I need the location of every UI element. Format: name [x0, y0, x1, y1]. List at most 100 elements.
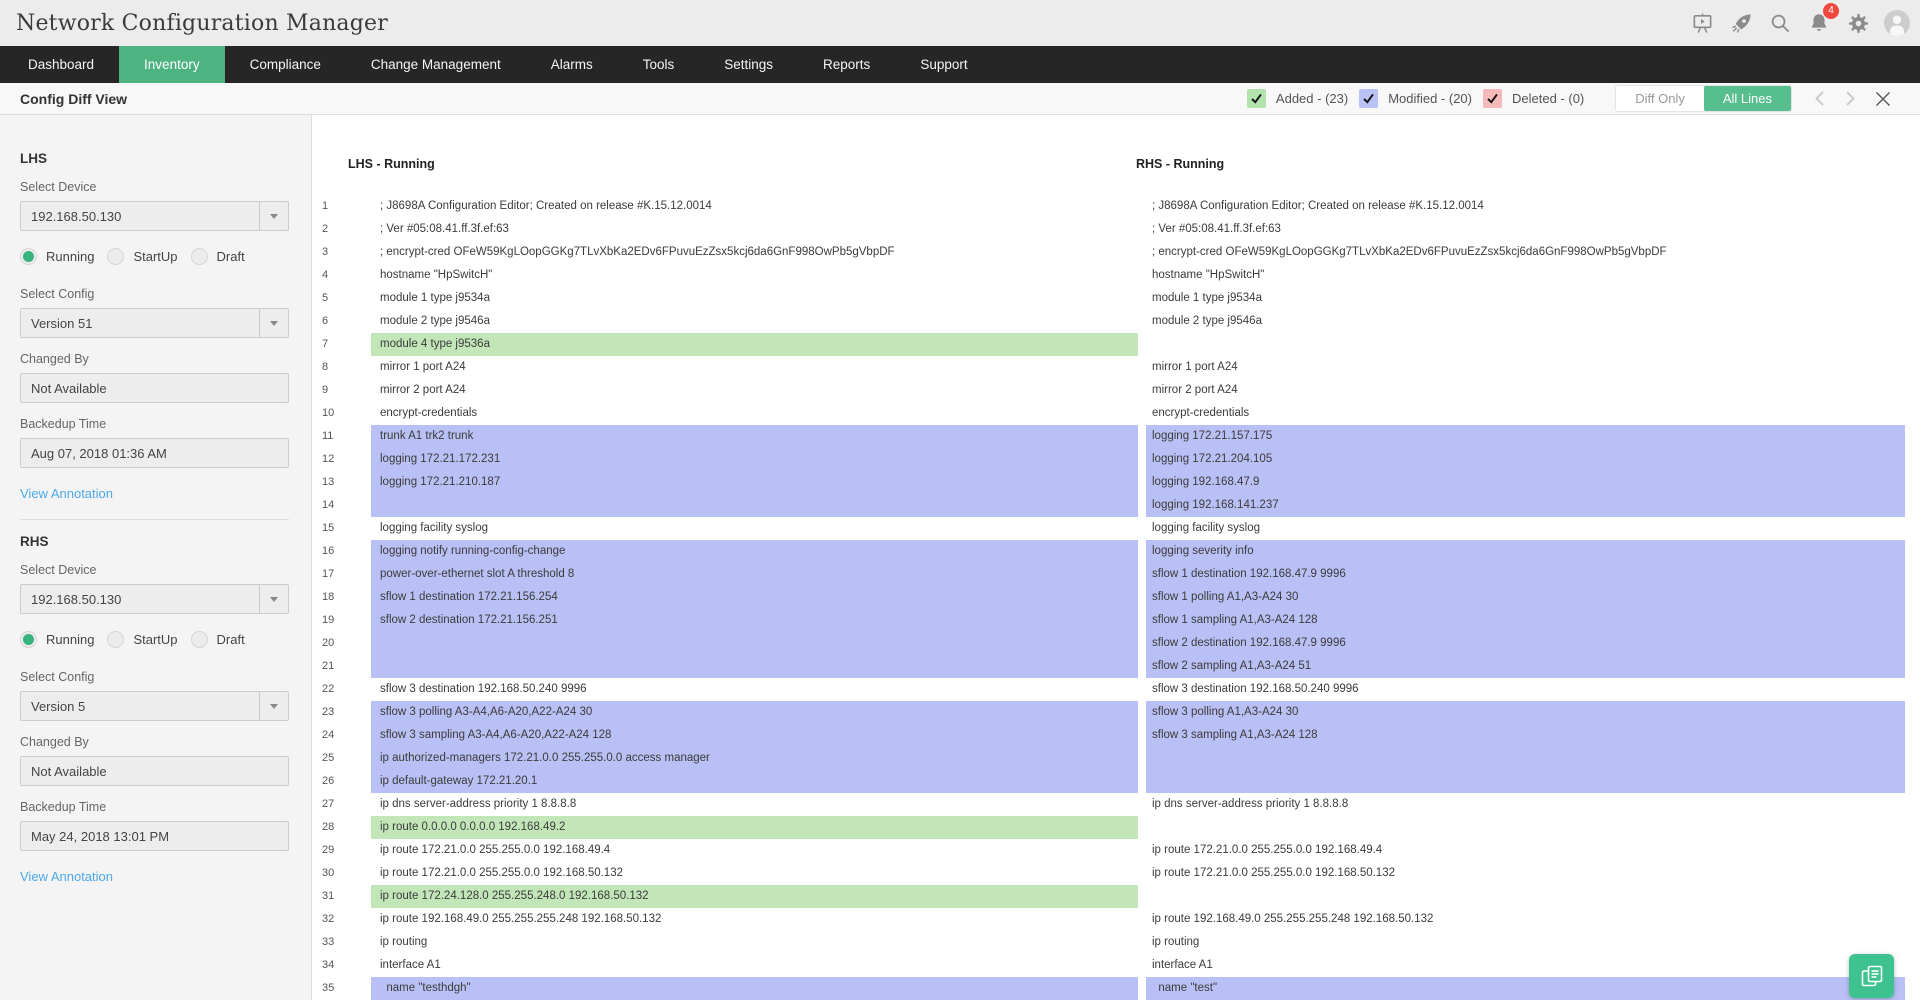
radio-label: StartUp: [133, 249, 177, 264]
user-avatar[interactable]: [1884, 10, 1910, 36]
diff-row: 35 name "testhdgh" name "test": [312, 977, 1920, 1000]
rhs-line: encrypt-credentials: [1146, 402, 1905, 425]
lhs-line: ; Ver #05:08.41.ff.3f.ef:63: [371, 218, 1138, 241]
rhs-radio-startup[interactable]: StartUp: [107, 631, 177, 648]
rhs-line: sflow 1 destination 192.168.47.9 9996: [1146, 563, 1905, 586]
presentation-icon[interactable]: [1689, 10, 1715, 36]
search-icon[interactable]: [1767, 10, 1793, 36]
changed-by-label: Changed By: [20, 352, 289, 366]
diff-row: 10encrypt-credentialsencrypt-credentials: [312, 402, 1920, 425]
rhs-config-select[interactable]: Version 5: [20, 691, 289, 721]
app-title: Network Configuration Manager: [16, 11, 388, 36]
lhs-line: sflow 1 destination 172.21.156.254: [371, 586, 1138, 609]
filter-added-checkbox[interactable]: [1247, 89, 1266, 108]
nav-item-alarms[interactable]: Alarms: [526, 46, 618, 83]
nav-item-dashboard[interactable]: Dashboard: [3, 46, 119, 83]
nav-item-tools[interactable]: Tools: [618, 46, 700, 83]
diff-toolbar: Config Diff View Added - (23)Modified - …: [0, 83, 1920, 115]
lhs-section-title: LHS: [20, 151, 289, 166]
nav-item-settings[interactable]: Settings: [699, 46, 798, 83]
rhs-changed-by-value: Not Available: [20, 756, 289, 786]
lhs-radio-draft[interactable]: Draft: [191, 248, 245, 265]
nav-item-support[interactable]: Support: [895, 46, 992, 83]
app-window: Network Configuration Manager: [0, 0, 1920, 1000]
lhs-device-select[interactable]: 192.168.50.130: [20, 201, 289, 231]
lhs-radio-startup[interactable]: StartUp: [107, 248, 177, 265]
diff-rows: 1; J8698A Configuration Editor; Created …: [312, 195, 1920, 1000]
nav-item-change-management[interactable]: Change Management: [346, 46, 526, 83]
radio-circle: [191, 248, 208, 265]
lhs-line: logging 172.21.172.231: [371, 448, 1138, 471]
rhs-line: ip route 192.168.49.0 255.255.255.248 19…: [1146, 908, 1905, 931]
rhs-line: sflow 1 sampling A1,A3-A24 128: [1146, 609, 1905, 632]
line-number: 19: [322, 609, 360, 632]
filter-label: Deleted - (0): [1512, 91, 1584, 106]
nav-item-inventory[interactable]: Inventory: [119, 46, 225, 83]
rocket-icon[interactable]: [1728, 10, 1754, 36]
diff-only-button[interactable]: Diff Only: [1616, 85, 1704, 112]
rhs-line: [1146, 885, 1905, 908]
rhs-device-select[interactable]: 192.168.50.130: [20, 584, 289, 614]
diff-row: 9mirror 2 port A24mirror 2 port A24: [312, 379, 1920, 402]
radio-circle: [107, 631, 124, 648]
radio-label: Draft: [217, 632, 245, 647]
rhs-line: logging 172.21.157.175: [1146, 425, 1905, 448]
lhs-line: ip route 192.168.49.0 255.255.255.248 19…: [371, 908, 1138, 931]
all-lines-button[interactable]: All Lines: [1704, 85, 1791, 112]
changed-by-label: Changed By: [20, 735, 289, 749]
rhs-config-type-radios: Running StartUp Draft: [20, 631, 289, 648]
settings-gear-icon[interactable]: [1845, 10, 1871, 36]
diff-sidebar: LHSSelect Device192.168.50.130RunningSta…: [0, 115, 312, 1000]
lhs-line: ip route 172.21.0.0 255.255.0.0 192.168.…: [371, 839, 1138, 862]
diff-row: 24sflow 3 sampling A3-A4,A6-A20,A22-A24 …: [312, 724, 1920, 747]
filter-label: Added - (23): [1276, 91, 1348, 106]
line-number: 18: [322, 586, 360, 609]
rhs-line: mirror 1 port A24: [1146, 356, 1905, 379]
rhs-view-annotation-link[interactable]: View Annotation: [20, 869, 113, 884]
diff-row: 4hostname "HpSwitcH"hostname "HpSwitcH": [312, 264, 1920, 287]
header-icons: 4: [1689, 10, 1910, 36]
diff-row: 32ip route 192.168.49.0 255.255.255.248 …: [312, 908, 1920, 931]
filter-modified-checkbox[interactable]: [1359, 89, 1378, 108]
filter-deleted-checkbox[interactable]: [1483, 89, 1502, 108]
lhs-view-annotation-link[interactable]: View Annotation: [20, 486, 113, 501]
rhs-line: module 2 type j9546a: [1146, 310, 1905, 333]
view-mode-toggle: Diff Only All Lines: [1615, 85, 1792, 112]
rhs-line: logging facility syslog: [1146, 517, 1905, 540]
rhs-line: sflow 2 destination 192.168.47.9 9996: [1146, 632, 1905, 655]
select-config-label: Select Config: [20, 670, 289, 684]
rhs-radio-draft[interactable]: Draft: [191, 631, 245, 648]
notifications-bell-icon[interactable]: 4: [1806, 10, 1832, 36]
line-number: 35: [322, 977, 360, 1000]
lhs-line: ip route 172.21.0.0 255.255.0.0 192.168.…: [371, 862, 1138, 885]
rhs-line: ip dns server-address priority 1 8.8.8.8: [1146, 793, 1905, 816]
diff-row: 5module 1 type j9534amodule 1 type j9534…: [312, 287, 1920, 310]
diff-row: 6module 2 type j9546amodule 2 type j9546…: [312, 310, 1920, 333]
diff-row: 15logging facility sysloglogging facilit…: [312, 517, 1920, 540]
lhs-config-type-radios: Running StartUp Draft: [20, 248, 289, 265]
lhs-config-select[interactable]: Version 51: [20, 308, 289, 338]
diff-row: 22sflow 3 destination 192.168.50.240 999…: [312, 678, 1920, 701]
nav-item-reports[interactable]: Reports: [798, 46, 895, 83]
sidebar-divider: [20, 519, 289, 520]
line-number: 5: [322, 287, 360, 310]
diff-row: 28ip route 0.0.0.0 0.0.0.0 192.168.49.2: [312, 816, 1920, 839]
lhs-radio-running[interactable]: Running: [20, 248, 94, 265]
lhs-line: sflow 3 destination 192.168.50.240 9996: [371, 678, 1138, 701]
chevron-down-icon: [259, 585, 288, 613]
lhs-device-select-value: 192.168.50.130: [21, 209, 121, 224]
diff-fab-button[interactable]: [1849, 954, 1894, 998]
diff-row: 18sflow 1 destination 172.21.156.254sflo…: [312, 586, 1920, 609]
close-icon[interactable]: [1866, 90, 1900, 108]
lhs-line: ip authorized-managers 172.21.0.0 255.25…: [371, 747, 1138, 770]
line-number: 1: [322, 195, 360, 218]
next-diff-icon[interactable]: [1835, 90, 1866, 107]
rhs-line: logging 172.21.204.105: [1146, 448, 1905, 471]
rhs-radio-running[interactable]: Running: [20, 631, 94, 648]
nav-item-compliance[interactable]: Compliance: [225, 46, 346, 83]
notification-badge: 4: [1823, 3, 1839, 19]
lhs-line: module 2 type j9546a: [371, 310, 1138, 333]
previous-diff-icon[interactable]: [1804, 90, 1835, 107]
lhs-line: name "testhdgh": [371, 977, 1138, 1000]
line-number: 10: [322, 402, 360, 425]
